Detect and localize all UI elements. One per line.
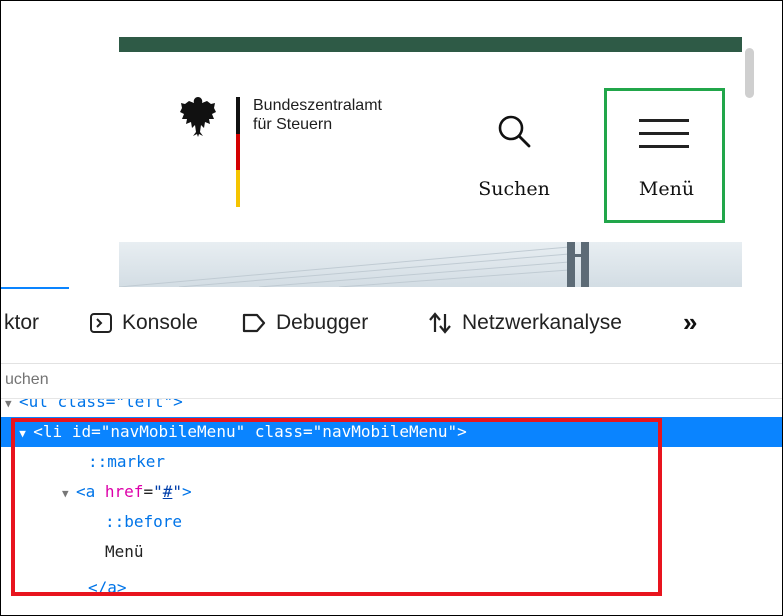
debugger-icon <box>242 313 266 333</box>
tab-label: ktor <box>4 311 40 334</box>
hamburger-menu-icon[interactable] <box>639 119 689 149</box>
site-preview: Bundeszentralamt für Steuern Suchen Menü <box>119 37 742 287</box>
devtools-toolbar: ktor Konsole Debugger Netzwerkanalyse » <box>0 287 783 364</box>
federal-eagle-icon <box>180 97 216 137</box>
site-brand-name[interactable]: Bundeszentralamt für Steuern <box>253 96 382 134</box>
hero-image <box>119 242 742 287</box>
webpage-viewport: Bundeszentralamt für Steuern Suchen Menü <box>0 0 783 287</box>
search-icon[interactable] <box>496 113 532 149</box>
network-icon <box>428 312 452 334</box>
menu-button-highlight <box>604 88 725 223</box>
tab-label: Debugger <box>276 311 369 334</box>
site-top-bar <box>119 37 742 52</box>
menu-button-label[interactable]: Menü <box>619 178 714 200</box>
german-flag-stripe <box>236 97 240 207</box>
tab-debugger[interactable]: Debugger <box>242 311 368 335</box>
active-tab-indicator <box>0 287 69 289</box>
tab-inspector[interactable]: ktor <box>4 311 39 335</box>
search-html-placeholder: uchen <box>5 371 49 388</box>
page-scrollbar[interactable] <box>745 48 754 98</box>
expand-arrow-icon[interactable]: ▼ <box>5 399 19 419</box>
selected-element-highlight <box>11 418 662 596</box>
search-button-label[interactable]: Suchen <box>464 178 564 200</box>
tab-label: Konsole <box>122 311 198 334</box>
tab-network[interactable]: Netzwerkanalyse <box>428 311 622 335</box>
tree-node-ul[interactable]: ▼ <ul class="left"> <box>5 399 183 417</box>
tab-console[interactable]: Konsole <box>90 311 198 335</box>
tab-label: Netzwerkanalyse <box>462 311 622 334</box>
more-tabs-chevron-icon[interactable]: » <box>683 307 698 338</box>
html-search-bar[interactable]: uchen <box>0 364 783 399</box>
console-icon <box>90 313 112 333</box>
